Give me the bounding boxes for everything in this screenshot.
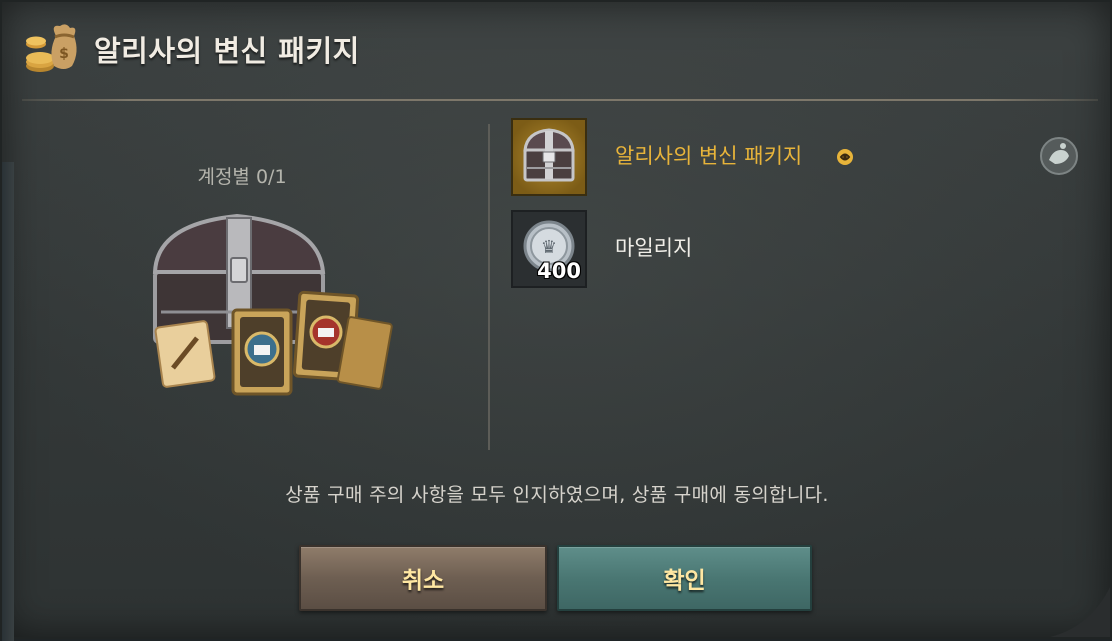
cancel-button[interactable]: 취소 xyxy=(299,545,547,611)
item-slot-package[interactable] xyxy=(511,118,587,196)
item-count: 400 xyxy=(537,259,581,283)
corner-decoration xyxy=(1050,587,1110,637)
svg-text:$: $ xyxy=(59,46,69,62)
item-row-mileage: ♛ 400 마일리지 xyxy=(511,210,1091,290)
item-row-package: 알리사의 변신 패키지 xyxy=(511,118,1091,198)
item-detail-icon[interactable] xyxy=(1039,136,1079,176)
treasure-chest-icon xyxy=(523,128,575,182)
title-divider xyxy=(22,99,1098,101)
consent-notice: 상품 구매 주의 사항을 모두 인지하였으며, 상품 구매에 동의합니다. xyxy=(285,484,829,506)
item-slot-mileage[interactable]: ♛ 400 xyxy=(511,210,587,288)
item-name: 알리사의 변신 패키지 xyxy=(615,144,803,168)
purchase-dialog: $ 알리사의 변신 패키지 계정별 0/1 알리사의 변신 패키지 ♛ 400 … xyxy=(0,0,1112,641)
dialog-title: 알리사의 변신 패키지 xyxy=(94,34,360,68)
svg-text:♛: ♛ xyxy=(541,237,557,258)
account-purchase-limit: 계정별 0/1 xyxy=(197,166,287,188)
bound-icon xyxy=(837,149,853,165)
content-divider xyxy=(488,124,490,450)
money-bag-icon: $ xyxy=(26,24,77,72)
background-ui-edge xyxy=(2,162,14,641)
confirm-button[interactable]: 확인 xyxy=(557,545,812,611)
package-image xyxy=(152,213,393,396)
item-name: 마일리지 xyxy=(615,236,693,260)
